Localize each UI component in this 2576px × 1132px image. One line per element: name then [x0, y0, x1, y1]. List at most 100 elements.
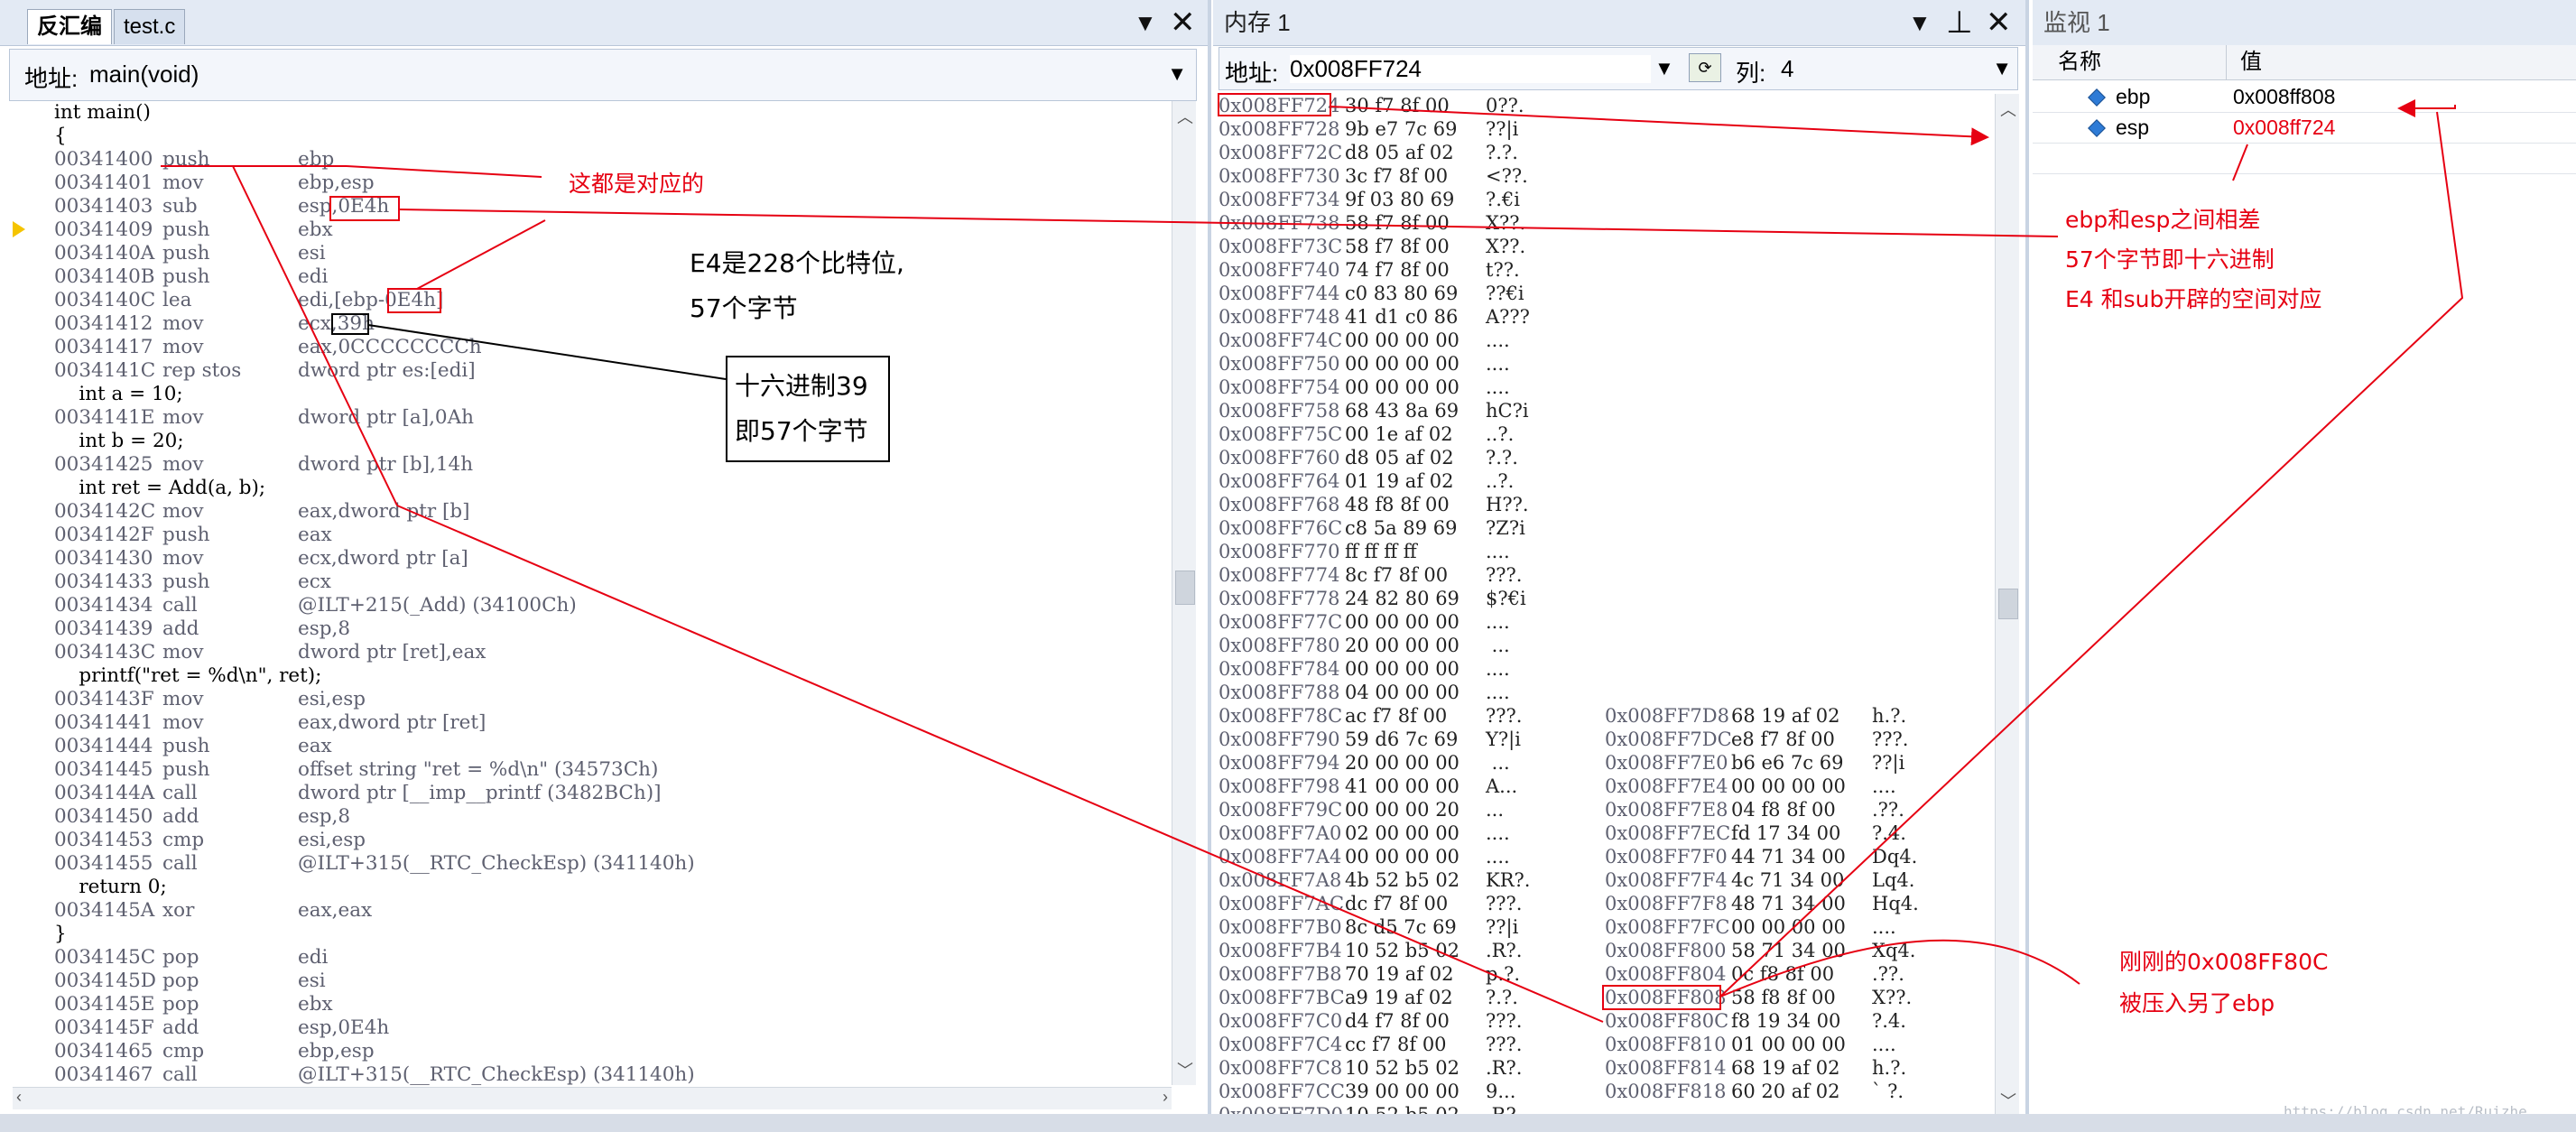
memory-bytes: 00 00 00 00 [1345, 353, 1459, 375]
memory-addr: 0x008FF754 [1219, 376, 1340, 398]
memory-ascii: .... [1486, 846, 1510, 868]
scroll-down-icon[interactable]: ﹀ [2000, 1089, 2016, 1112]
memory-address-input[interactable]: 0x008FF724 [1290, 55, 1651, 83]
tab-disassembly[interactable]: 反汇编 [27, 9, 112, 44]
memory-address-dropdown-icon[interactable]: ▼ [1654, 57, 1674, 80]
watch-row-empty[interactable] [2033, 143, 2576, 174]
columns-label: 列: [1736, 60, 1766, 87]
memory-addr: 0x008FF7CC [1219, 1081, 1345, 1102]
pin-icon[interactable]: ⊥ [1946, 5, 1973, 40]
memory-ascii: ... [1486, 752, 1510, 774]
scroll-thumb[interactable] [1998, 589, 2018, 619]
instruction-arg: eax [298, 735, 332, 757]
memory-bytes: d8 05 af 02 [1345, 142, 1454, 163]
instruction-addr: 0034142C [54, 500, 156, 523]
memory-ascii: H??. [1486, 494, 1529, 515]
instruction-arg: @ILT+315(__RTC_CheckEsp) (341140h) [298, 852, 695, 875]
memory-addr: 0x008FF77C [1219, 611, 1343, 633]
watch-titlebar: 监视 1 [2033, 0, 2576, 46]
watch-row-ebp[interactable]: ebp 0x008ff808 [2033, 81, 2576, 113]
close-icon[interactable]: ✕ [1170, 5, 1196, 40]
memory-bytes: 24 82 80 69 [1345, 588, 1459, 609]
watch-col-value[interactable]: 值 [2240, 47, 2262, 78]
watch-row-esp[interactable]: esp 0x008ff724 [2033, 112, 2576, 144]
instruction-op: mov [162, 641, 204, 663]
memory-address-label: 地址: [1225, 60, 1279, 87]
instruction-addr: 0034140A [54, 242, 155, 264]
memory-bytes: 58 71 34 00 [1731, 940, 1846, 961]
memory-addr: 0x008FF75C [1219, 423, 1343, 445]
scroll-down-icon[interactable]: ﹀ [1177, 1058, 1193, 1081]
instruction-op: push [162, 524, 210, 546]
memory-addr: 0x008FF79C [1219, 799, 1343, 821]
source-text: { [54, 125, 67, 147]
memory-bytes: 39 00 00 00 [1345, 1081, 1459, 1102]
source-text: int main() [54, 101, 151, 124]
annotation-e4-line2: 57个字节 [690, 293, 798, 323]
memory-addr: 0x008FF728 [1219, 118, 1340, 140]
instruction-op: push [162, 218, 210, 241]
memory-ascii: h.?. [1872, 705, 1907, 727]
memory-addr: 0x008FF7B0 [1219, 916, 1342, 938]
annotation-hex39-box: 十六进制39 即57个字节 [726, 356, 890, 462]
instruction-arg: @ILT+215(_Add) (34100Ch) [298, 594, 577, 617]
instruction-arg: @ILT+315(__RTC_CheckEsp) (341140h) [298, 1063, 695, 1086]
instruction-addr: 0034145C [54, 946, 156, 969]
memory-bytes: 68 19 af 02 [1731, 1057, 1840, 1079]
scroll-thumb[interactable] [1175, 571, 1195, 605]
instruction-op: pop [162, 946, 199, 969]
memory-bytes: 44 71 34 00 [1731, 846, 1846, 868]
memory-addr: 0x008FF7D8 [1605, 705, 1729, 727]
columns-input[interactable]: 4 [1781, 55, 1793, 83]
instruction-addr: 00341450 [54, 805, 153, 828]
instruction-arg: offset string "ret = %d\n" (34573Ch) [298, 758, 659, 781]
current-instruction-arrow-icon [13, 221, 25, 237]
memory-bytes: 58 f8 8f 00 [1731, 987, 1836, 1008]
instruction-arg: dword ptr [__imp__printf (3482BCh)] [298, 782, 662, 804]
tab-test-c[interactable]: test.c [114, 9, 186, 44]
address-dropdown-icon[interactable]: ▼ [1167, 62, 1187, 86]
watch-col-name[interactable]: 名称 [2058, 47, 2101, 78]
instruction-arg: esi,esp [298, 688, 366, 710]
memory-bytes: 00 00 00 00 [1345, 846, 1459, 868]
annotation-corresponding: 这都是对应的 [569, 171, 705, 197]
memory-title: 内存 1 [1224, 9, 1291, 36]
instruction-addr: 00341417 [54, 336, 153, 358]
memory-ascii: ?.?. [1486, 987, 1518, 1008]
instruction-op: mov [162, 172, 204, 194]
scroll-right-icon[interactable]: › [1163, 1088, 1168, 1107]
scroll-up-icon[interactable]: ︿ [2000, 97, 2016, 121]
memory-ascii: X??. [1486, 236, 1526, 257]
memory-address-bar: 地址: 0x008FF724 ▼ ⟳ 列: 4 ▼ [1219, 47, 2018, 90]
scroll-left-icon[interactable]: ‹ [16, 1088, 22, 1107]
memory-vertical-scrollbar[interactable]: ︿ ﹀ [1995, 94, 2019, 1116]
memory-bytes: 00 00 00 20 [1345, 799, 1459, 821]
instruction-arg: dword ptr [b],14h [298, 453, 474, 476]
dropdown-icon[interactable]: ▼ [1908, 5, 1932, 40]
dropdown-icon[interactable]: ▼ [1134, 5, 1157, 40]
memory-ascii: ???. [1872, 728, 1909, 750]
memory-ascii: ??|i [1872, 752, 1905, 774]
memory-bytes: f8 19 34 00 [1731, 1010, 1841, 1032]
memory-bytes: ac f7 8f 00 [1345, 705, 1448, 727]
memory-addr: 0x008FF794 [1219, 752, 1340, 774]
disassembly-horizontal-scrollbar[interactable]: ‹ › [13, 1087, 1172, 1109]
memory-ascii: .... [1486, 329, 1510, 351]
memory-bytes: 59 d6 7c 69 [1345, 728, 1459, 750]
disassembly-vertical-scrollbar[interactable]: ︿ ﹀ [1172, 101, 1196, 1085]
memory-ascii: .... [1872, 775, 1896, 797]
column-divider[interactable] [2226, 45, 2227, 79]
address-input[interactable]: main(void) [89, 60, 199, 88]
memory-ascii: ???. [1486, 705, 1523, 727]
memory-ascii: ???. [1486, 1010, 1523, 1032]
watch-name: esp [2116, 116, 2150, 139]
reevaluate-icon[interactable]: ⟳ [1689, 53, 1721, 82]
instruction-op: call [162, 782, 198, 804]
memory-addr: 0x008FF7C0 [1219, 1010, 1343, 1032]
source-text: } [54, 923, 67, 945]
instruction-op: cmp [162, 829, 205, 851]
columns-dropdown-icon[interactable]: ▼ [1992, 57, 2012, 80]
close-icon[interactable]: ✕ [1986, 5, 2012, 40]
scroll-up-icon[interactable]: ︿ [1177, 105, 1193, 128]
instruction-addr: 00341453 [54, 829, 153, 851]
